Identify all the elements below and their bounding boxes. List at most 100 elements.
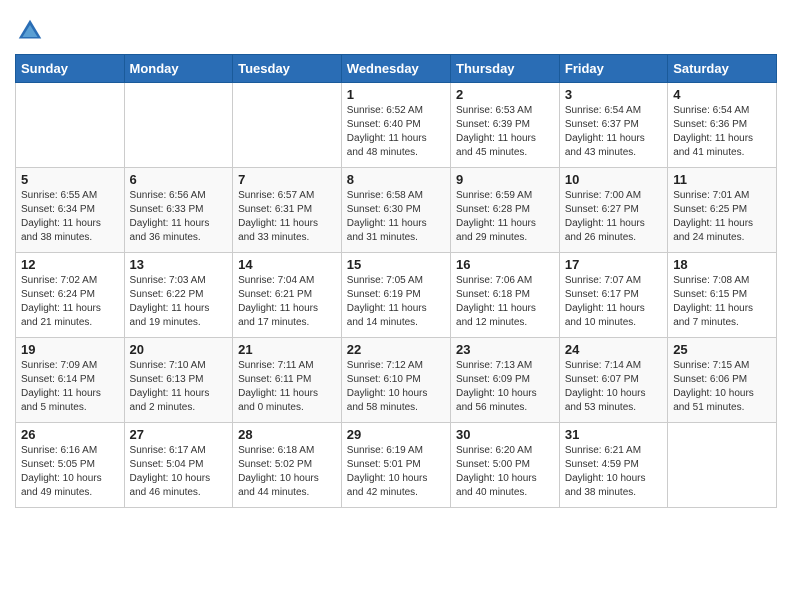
- day-info: Sunrise: 7:10 AM Sunset: 6:13 PM Dayligh…: [130, 359, 228, 415]
- calendar-cell: [124, 83, 233, 168]
- day-number: 19: [21, 342, 119, 357]
- day-number: 1: [347, 87, 445, 102]
- day-number: 6: [130, 172, 228, 187]
- calendar: SundayMondayTuesdayWednesdayThursdayFrid…: [15, 54, 777, 508]
- day-number: 2: [456, 87, 554, 102]
- calendar-week-row: 19 Sunrise: 7:09 AM Sunset: 6:14 PM Dayli…: [16, 338, 777, 423]
- calendar-cell: 14 Sunrise: 7:04 AM Sunset: 6:21 PM Dayli…: [233, 253, 342, 338]
- day-number: 9: [456, 172, 554, 187]
- day-number: 20: [130, 342, 228, 357]
- calendar-cell: 22 Sunrise: 7:12 AM Sunset: 6:10 PM Dayli…: [341, 338, 450, 423]
- calendar-week-row: 1 Sunrise: 6:52 AM Sunset: 6:40 PM Daylig…: [16, 83, 777, 168]
- calendar-header-row: SundayMondayTuesdayWednesdayThursdayFrid…: [16, 55, 777, 83]
- calendar-cell: 24 Sunrise: 7:14 AM Sunset: 6:07 PM Dayli…: [559, 338, 667, 423]
- calendar-cell: 1 Sunrise: 6:52 AM Sunset: 6:40 PM Daylig…: [341, 83, 450, 168]
- calendar-cell: 16 Sunrise: 7:06 AM Sunset: 6:18 PM Dayli…: [451, 253, 560, 338]
- calendar-cell: 29Sunrise: 6:19 AM Sunset: 5:01 PM Dayli…: [341, 423, 450, 508]
- calendar-cell: [668, 423, 777, 508]
- calendar-cell: 10Sunrise: 7:00 AM Sunset: 6:27 PM Dayli…: [559, 168, 667, 253]
- calendar-cell: 27Sunrise: 6:17 AM Sunset: 5:04 PM Dayli…: [124, 423, 233, 508]
- calendar-cell: 3Sunrise: 6:54 AM Sunset: 6:37 PM Daylig…: [559, 83, 667, 168]
- calendar-cell: [233, 83, 342, 168]
- day-number: 27: [130, 427, 228, 442]
- day-info: Sunrise: 6:57 AM Sunset: 6:31 PM Dayligh…: [238, 189, 336, 245]
- day-of-week-header: Friday: [559, 55, 667, 83]
- day-info: Sunrise: 7:00 AM Sunset: 6:27 PM Dayligh…: [565, 189, 662, 245]
- day-number: 4: [673, 87, 771, 102]
- calendar-week-row: 12 Sunrise: 7:02 AM Sunset: 6:24 PM Dayli…: [16, 253, 777, 338]
- day-info: Sunrise: 6:54 AM Sunset: 6:36 PM Dayligh…: [673, 104, 771, 160]
- day-number: 23: [456, 342, 554, 357]
- calendar-cell: 11Sunrise: 7:01 AM Sunset: 6:25 PM Dayli…: [668, 168, 777, 253]
- day-info: Sunrise: 7:13 AM Sunset: 6:09 PM Dayligh…: [456, 359, 554, 415]
- calendar-cell: 28Sunrise: 6:18 AM Sunset: 5:02 PM Dayli…: [233, 423, 342, 508]
- day-number: 12: [21, 257, 119, 272]
- day-info: Sunrise: 7:04 AM Sunset: 6:21 PM Dayligh…: [238, 274, 336, 330]
- day-number: 17: [565, 257, 662, 272]
- day-info: Sunrise: 6:52 AM Sunset: 6:40 PM Dayligh…: [347, 104, 445, 160]
- day-info: Sunrise: 6:21 AM Sunset: 4:59 PM Dayligh…: [565, 444, 662, 500]
- calendar-cell: 17 Sunrise: 7:07 AM Sunset: 6:17 PM Dayli…: [559, 253, 667, 338]
- page-header: [15, 10, 777, 46]
- calendar-cell: 25 Sunrise: 7:15 AM Sunset: 6:06 PM Dayli…: [668, 338, 777, 423]
- day-info: Sunrise: 6:58 AM Sunset: 6:30 PM Dayligh…: [347, 189, 445, 245]
- day-number: 7: [238, 172, 336, 187]
- day-number: 3: [565, 87, 662, 102]
- day-info: Sunrise: 6:53 AM Sunset: 6:39 PM Dayligh…: [456, 104, 554, 160]
- day-number: 25: [673, 342, 771, 357]
- day-of-week-header: Wednesday: [341, 55, 450, 83]
- calendar-cell: 21Sunrise: 7:11 AM Sunset: 6:11 PM Dayli…: [233, 338, 342, 423]
- day-info: Sunrise: 7:01 AM Sunset: 6:25 PM Dayligh…: [673, 189, 771, 245]
- day-number: 31: [565, 427, 662, 442]
- day-number: 18: [673, 257, 771, 272]
- day-number: 30: [456, 427, 554, 442]
- day-info: Sunrise: 7:09 AM Sunset: 6:14 PM Dayligh…: [21, 359, 119, 415]
- day-info: Sunrise: 6:16 AM Sunset: 5:05 PM Dayligh…: [21, 444, 119, 500]
- calendar-cell: 19 Sunrise: 7:09 AM Sunset: 6:14 PM Dayli…: [16, 338, 125, 423]
- day-info: Sunrise: 7:07 AM Sunset: 6:17 PM Dayligh…: [565, 274, 662, 330]
- calendar-cell: 5Sunrise: 6:55 AM Sunset: 6:34 PM Daylig…: [16, 168, 125, 253]
- day-info: Sunrise: 7:02 AM Sunset: 6:24 PM Dayligh…: [21, 274, 119, 330]
- day-info: Sunrise: 7:03 AM Sunset: 6:22 PM Dayligh…: [130, 274, 228, 330]
- day-info: Sunrise: 7:15 AM Sunset: 6:06 PM Dayligh…: [673, 359, 771, 415]
- day-info: Sunrise: 6:20 AM Sunset: 5:00 PM Dayligh…: [456, 444, 554, 500]
- calendar-cell: 15Sunrise: 7:05 AM Sunset: 6:19 PM Dayli…: [341, 253, 450, 338]
- day-of-week-header: Tuesday: [233, 55, 342, 83]
- day-of-week-header: Saturday: [668, 55, 777, 83]
- day-of-week-header: Thursday: [451, 55, 560, 83]
- day-number: 26: [21, 427, 119, 442]
- calendar-cell: 13 Sunrise: 7:03 AM Sunset: 6:22 PM Dayli…: [124, 253, 233, 338]
- calendar-cell: 9 Sunrise: 6:59 AM Sunset: 6:28 PM Daylig…: [451, 168, 560, 253]
- day-info: Sunrise: 6:56 AM Sunset: 6:33 PM Dayligh…: [130, 189, 228, 245]
- calendar-cell: 4 Sunrise: 6:54 AM Sunset: 6:36 PM Daylig…: [668, 83, 777, 168]
- day-info: Sunrise: 7:14 AM Sunset: 6:07 PM Dayligh…: [565, 359, 662, 415]
- calendar-cell: 31 Sunrise: 6:21 AM Sunset: 4:59 PM Dayli…: [559, 423, 667, 508]
- day-info: Sunrise: 7:12 AM Sunset: 6:10 PM Dayligh…: [347, 359, 445, 415]
- day-info: Sunrise: 6:59 AM Sunset: 6:28 PM Dayligh…: [456, 189, 554, 245]
- calendar-cell: 23 Sunrise: 7:13 AM Sunset: 6:09 PM Dayli…: [451, 338, 560, 423]
- calendar-cell: 6 Sunrise: 6:56 AM Sunset: 6:33 PM Daylig…: [124, 168, 233, 253]
- day-number: 22: [347, 342, 445, 357]
- day-info: Sunrise: 6:55 AM Sunset: 6:34 PM Dayligh…: [21, 189, 119, 245]
- calendar-week-row: 5Sunrise: 6:55 AM Sunset: 6:34 PM Daylig…: [16, 168, 777, 253]
- logo: [15, 16, 49, 46]
- day-of-week-header: Monday: [124, 55, 233, 83]
- calendar-cell: 7 Sunrise: 6:57 AM Sunset: 6:31 PM Daylig…: [233, 168, 342, 253]
- day-number: 24: [565, 342, 662, 357]
- calendar-cell: 20 Sunrise: 7:10 AM Sunset: 6:13 PM Dayli…: [124, 338, 233, 423]
- day-info: Sunrise: 7:06 AM Sunset: 6:18 PM Dayligh…: [456, 274, 554, 330]
- day-number: 16: [456, 257, 554, 272]
- day-number: 14: [238, 257, 336, 272]
- calendar-cell: 30 Sunrise: 6:20 AM Sunset: 5:00 PM Dayli…: [451, 423, 560, 508]
- day-info: Sunrise: 6:18 AM Sunset: 5:02 PM Dayligh…: [238, 444, 336, 500]
- day-number: 13: [130, 257, 228, 272]
- day-number: 15: [347, 257, 445, 272]
- logo-icon: [15, 16, 45, 46]
- day-info: Sunrise: 7:08 AM Sunset: 6:15 PM Dayligh…: [673, 274, 771, 330]
- calendar-week-row: 26 Sunrise: 6:16 AM Sunset: 5:05 PM Dayli…: [16, 423, 777, 508]
- day-info: Sunrise: 6:19 AM Sunset: 5:01 PM Dayligh…: [347, 444, 445, 500]
- day-number: 8: [347, 172, 445, 187]
- day-of-week-header: Sunday: [16, 55, 125, 83]
- day-number: 21: [238, 342, 336, 357]
- calendar-cell: 8 Sunrise: 6:58 AM Sunset: 6:30 PM Daylig…: [341, 168, 450, 253]
